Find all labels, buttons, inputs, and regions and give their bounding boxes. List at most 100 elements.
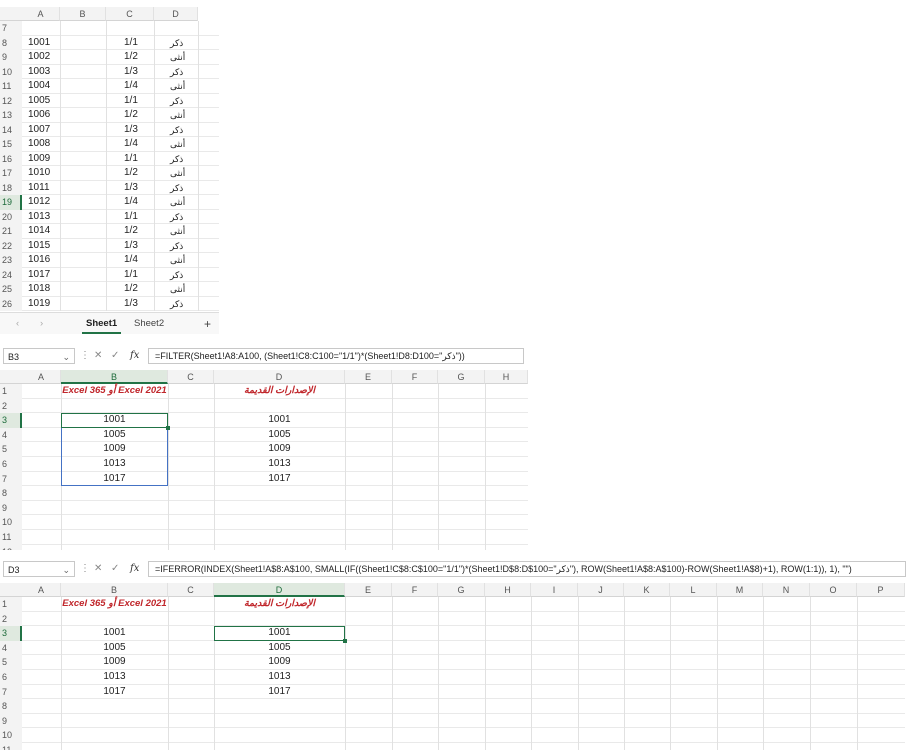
cell-date[interactable]: 1/2 bbox=[124, 50, 154, 65]
cell-date[interactable]: 1/1 bbox=[124, 36, 154, 51]
row-header[interactable]: 22 bbox=[0, 238, 22, 253]
fill-handle[interactable] bbox=[343, 638, 347, 643]
select-all-corner[interactable] bbox=[0, 583, 22, 597]
cell-date[interactable]: 1/3 bbox=[124, 65, 154, 80]
row-header[interactable]: 10 bbox=[0, 64, 22, 79]
formula-input[interactable]: =FILTER(Sheet1!A8:A100, (Sheet1!C8:C100=… bbox=[148, 348, 524, 364]
cell-date[interactable]: 1/2 bbox=[124, 224, 154, 239]
cell-date[interactable]: 1/2 bbox=[124, 108, 154, 123]
row-header[interactable]: 23 bbox=[0, 253, 22, 268]
add-sheet-button[interactable]: + bbox=[200, 316, 215, 332]
column-header[interactable]: A bbox=[22, 370, 61, 384]
result-cell-d[interactable]: 1005 bbox=[214, 428, 345, 443]
cell-gender[interactable]: ذكر bbox=[170, 65, 200, 80]
fx-label[interactable]: fx bbox=[130, 348, 139, 364]
column-header[interactable]: B bbox=[61, 583, 168, 597]
column-header[interactable]: B bbox=[61, 370, 168, 384]
row-header[interactable]: 11 bbox=[0, 530, 22, 545]
check-icon[interactable]: ✓ bbox=[111, 561, 119, 577]
result-cell-b[interactable]: 1013 bbox=[61, 670, 168, 685]
cross-icon[interactable]: ✕ bbox=[94, 348, 102, 364]
result-cell-d[interactable]: 1005 bbox=[214, 641, 345, 656]
tab-sheet1[interactable]: Sheet1 bbox=[82, 316, 122, 334]
row-header[interactable]: 8 bbox=[0, 699, 22, 714]
column-header[interactable]: D bbox=[154, 7, 198, 21]
column-header[interactable]: D bbox=[214, 583, 345, 597]
row-header[interactable]: 16 bbox=[0, 151, 22, 166]
row-header[interactable]: 17 bbox=[0, 166, 22, 181]
column-header[interactable]: F bbox=[392, 370, 438, 384]
column-header[interactable]: H bbox=[485, 583, 531, 597]
cell-date[interactable]: 1/1 bbox=[124, 210, 154, 225]
row-header[interactable]: 2 bbox=[0, 398, 22, 414]
row-header[interactable]: 19 bbox=[0, 195, 22, 210]
row-header[interactable]: 3 bbox=[0, 626, 22, 641]
cell-gender[interactable]: أنثى bbox=[170, 166, 200, 181]
fx-label[interactable]: fx bbox=[130, 561, 139, 577]
row-header[interactable]: 10 bbox=[0, 728, 22, 743]
column-header[interactable]: H bbox=[485, 370, 528, 384]
cell-gender[interactable]: أنثى bbox=[170, 79, 200, 94]
column-header[interactable]: F bbox=[392, 583, 438, 597]
column-header[interactable]: P bbox=[857, 583, 905, 597]
row-header[interactable]: 21 bbox=[0, 224, 22, 239]
cell-gender[interactable]: أنثى bbox=[170, 224, 200, 239]
cell-date[interactable]: 1/4 bbox=[124, 195, 154, 210]
row-header[interactable]: 8 bbox=[0, 486, 22, 501]
tab-sheet2[interactable]: Sheet2 bbox=[130, 316, 168, 332]
column-header[interactable]: A bbox=[22, 7, 60, 21]
row-header[interactable]: 7 bbox=[0, 471, 22, 487]
chevron-down-icon[interactable]: ⌄ bbox=[62, 349, 70, 365]
cell-date[interactable]: 1/4 bbox=[124, 137, 154, 152]
cell-gender[interactable]: ذكر bbox=[170, 36, 200, 51]
cell-gender[interactable]: أنثى bbox=[170, 253, 200, 268]
column-header[interactable]: E bbox=[345, 370, 392, 384]
chevron-down-icon[interactable]: ⌄ bbox=[62, 562, 70, 578]
cell-date[interactable]: 1/1 bbox=[124, 94, 154, 109]
row-header[interactable]: 13 bbox=[0, 108, 22, 123]
row-header[interactable]: 26 bbox=[0, 296, 22, 311]
tab-scroll-prev-button[interactable]: ‹ bbox=[12, 316, 23, 332]
column-header[interactable]: M bbox=[717, 583, 763, 597]
row-header[interactable]: 4 bbox=[0, 427, 22, 443]
cross-icon[interactable]: ✕ bbox=[94, 561, 102, 577]
tab-scroll-next-button[interactable]: › bbox=[36, 316, 47, 332]
column-header[interactable]: K bbox=[624, 583, 670, 597]
result-cell-d[interactable]: 1001 bbox=[214, 413, 345, 428]
cell-gender[interactable]: ذكر bbox=[170, 268, 200, 283]
row-header[interactable]: 24 bbox=[0, 267, 22, 282]
result-cell-b[interactable]: 1005 bbox=[61, 641, 168, 656]
result-cell-d[interactable]: 1013 bbox=[214, 457, 345, 472]
column-header[interactable]: D bbox=[214, 370, 345, 384]
name-box[interactable]: B3 ⌄ bbox=[3, 348, 75, 364]
header-excel365[interactable]: Excel 365 أو Excel 2021 bbox=[61, 597, 168, 612]
select-all-corner[interactable] bbox=[0, 7, 22, 21]
row-header[interactable]: 20 bbox=[0, 209, 22, 224]
cell-date[interactable]: 1/3 bbox=[124, 181, 154, 196]
result-cell-d[interactable]: 1009 bbox=[214, 442, 345, 457]
column-header[interactable]: G bbox=[438, 583, 485, 597]
row-header[interactable]: 2 bbox=[0, 611, 22, 627]
row-header[interactable]: 25 bbox=[0, 282, 22, 297]
row-header[interactable]: 11 bbox=[0, 79, 22, 94]
column-header[interactable]: B bbox=[60, 7, 106, 21]
cell-gender[interactable]: أنثى bbox=[170, 282, 200, 297]
row-header[interactable]: 12 bbox=[0, 544, 22, 550]
header-legacy-versions[interactable]: الإصدارات القديمة bbox=[214, 384, 345, 399]
column-header[interactable]: L bbox=[670, 583, 717, 597]
cell-date[interactable]: 1/3 bbox=[124, 239, 154, 254]
cell-date[interactable]: 1/1 bbox=[124, 268, 154, 283]
cell-date[interactable]: 1/2 bbox=[124, 282, 154, 297]
column-header[interactable]: C bbox=[106, 7, 154, 21]
cell-date[interactable]: 1/2 bbox=[124, 166, 154, 181]
row-header[interactable]: 5 bbox=[0, 442, 22, 457]
cell-gender[interactable]: أنثى bbox=[170, 50, 200, 65]
cell-date[interactable]: 1/4 bbox=[124, 253, 154, 268]
column-header[interactable]: N bbox=[763, 583, 810, 597]
cell-gender[interactable]: ذكر bbox=[170, 94, 200, 109]
column-header[interactable]: O bbox=[810, 583, 857, 597]
name-box[interactable]: D3 ⌄ bbox=[3, 561, 75, 577]
result-cell-b[interactable]: 1001 bbox=[61, 626, 168, 641]
fill-handle[interactable] bbox=[166, 425, 170, 430]
cell-date[interactable]: 1/3 bbox=[124, 123, 154, 138]
